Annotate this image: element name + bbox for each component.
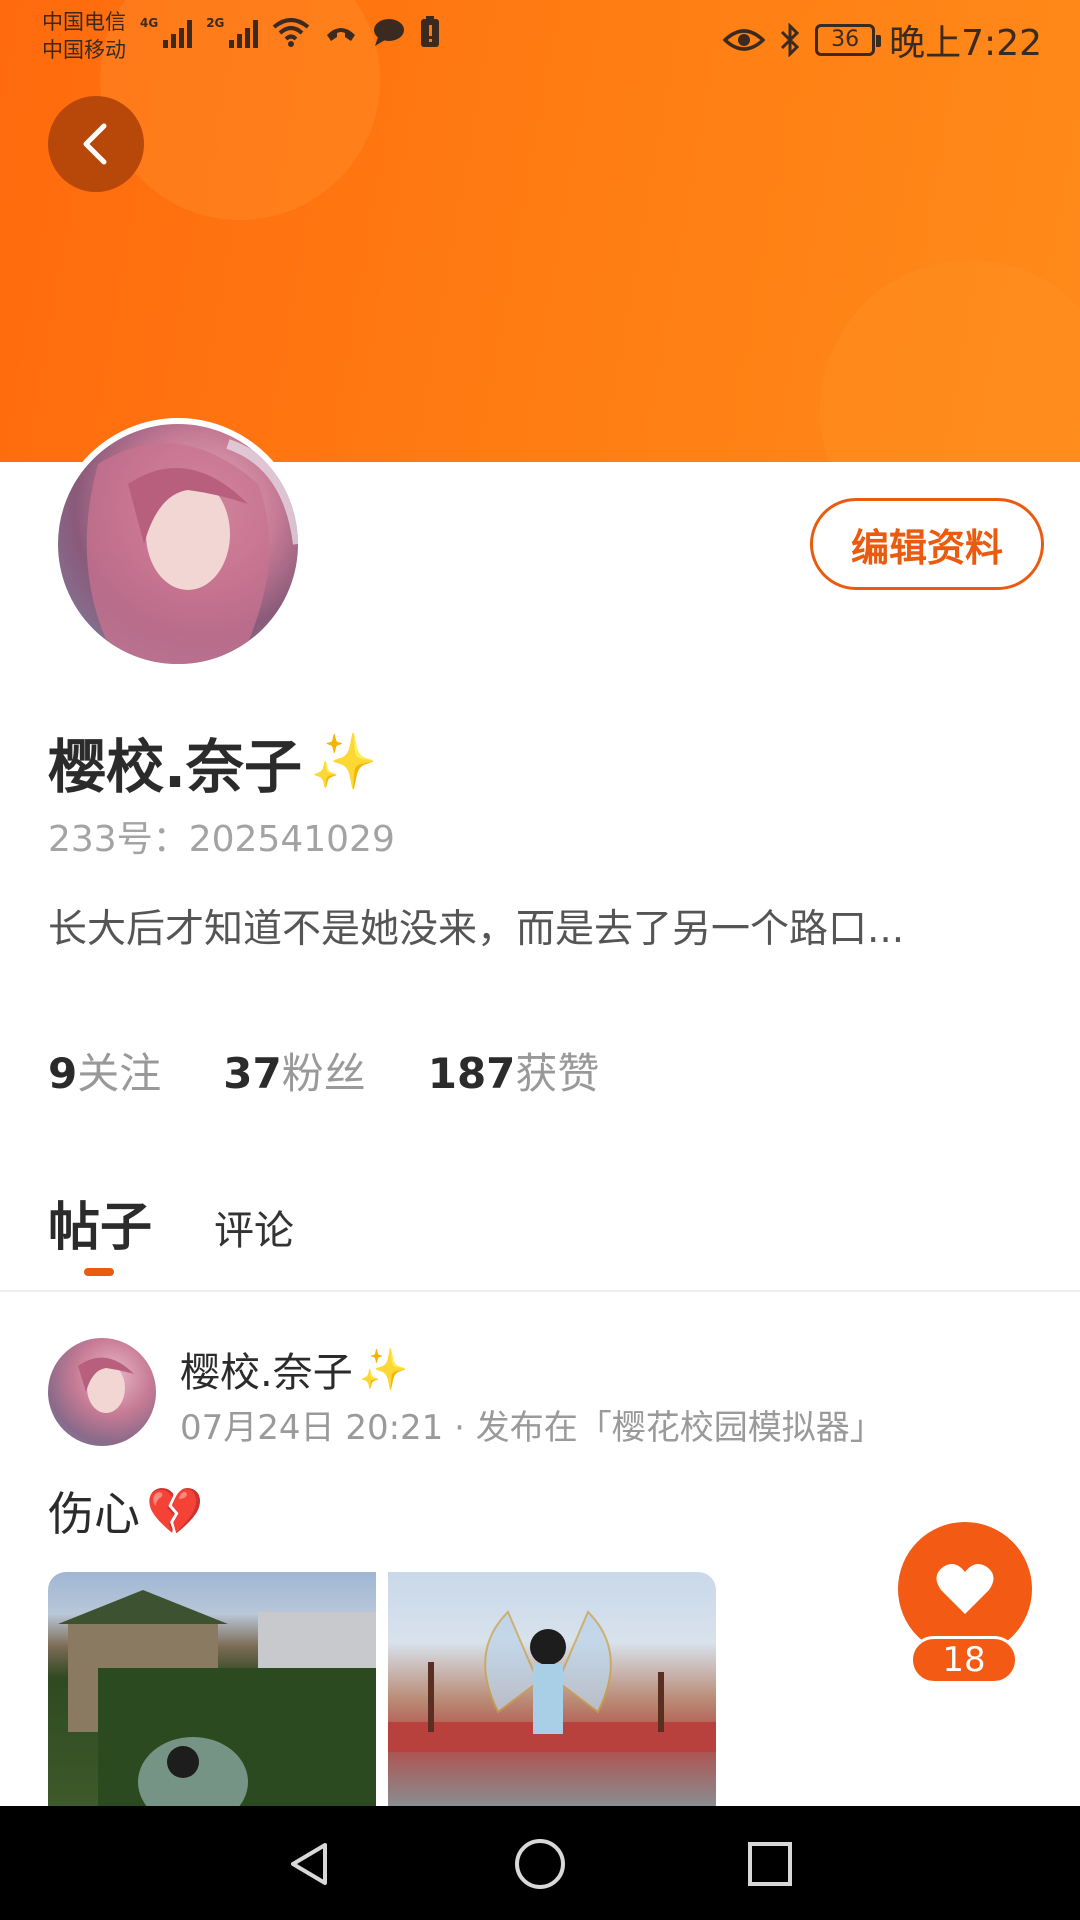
system-nav-bar: [0, 1806, 1080, 1920]
nav-home-button[interactable]: [510, 1834, 570, 1894]
post-author[interactable]: 樱校.奈子 ✨: [180, 1340, 409, 1398]
stats-row: 9关注 37粉丝 187获赞: [48, 1040, 599, 1101]
carrier-1: 中国电信: [42, 10, 126, 34]
profile-avatar[interactable]: [52, 418, 304, 670]
stat-number: 37: [223, 1049, 282, 1098]
divider: [0, 1290, 1080, 1292]
chevron-left-icon: [83, 123, 107, 165]
game-scene-image: [388, 1610, 716, 1752]
heart-icon: [936, 1563, 994, 1614]
tab-posts[interactable]: 帖子: [48, 1185, 152, 1260]
bluetooth-icon: [781, 23, 800, 57]
status-bar: 中国电信 中国移动 4G 2G 36 晚上7:22: [0, 0, 1080, 76]
square-recents-icon: [748, 1842, 792, 1886]
profile-tabs: 帖子 评论: [48, 1185, 294, 1260]
post-image[interactable]: [48, 1572, 376, 1806]
battery-level: 36: [831, 27, 860, 52]
triangle-back-icon: [291, 1843, 327, 1885]
game-scene-image: [58, 1590, 376, 1806]
bio: 长大后才知道不是她没来，而是去了另一个路口...: [48, 907, 905, 952]
carrier-info: 中国电信 中国移动: [42, 8, 126, 64]
edit-profile-button[interactable]: 编辑资料: [810, 498, 1044, 590]
username: 樱校.奈子 ✨: [48, 720, 377, 804]
eye-icon: [723, 29, 766, 51]
username-text: 樱校.奈子: [48, 733, 303, 801]
stat-following[interactable]: 9关注: [48, 1040, 161, 1101]
stat-followers[interactable]: 37粉丝: [223, 1040, 365, 1101]
user-id: 233号：202541029: [48, 819, 395, 860]
stat-number: 187: [427, 1049, 516, 1098]
network-type-label: 2G: [206, 16, 225, 30]
tab-comments[interactable]: 评论: [214, 1198, 294, 1260]
stat-label: 粉丝: [281, 1049, 366, 1098]
stat-label: 获赞: [515, 1049, 600, 1098]
status-right-icons: 36 晚上7:22: [723, 14, 1042, 66]
stat-label: 关注: [77, 1049, 162, 1098]
post-text-content: 伤心: [48, 1487, 140, 1541]
signal-icon: 4G: [140, 16, 193, 48]
message-icon: [374, 19, 405, 46]
nav-recents-button[interactable]: [740, 1834, 800, 1894]
sparkle-emoji: ✨: [358, 1346, 409, 1393]
post-author-avatar[interactable]: [48, 1338, 156, 1446]
circle-home-icon: [515, 1839, 565, 1889]
avatar-portrait: [78, 1357, 134, 1413]
post-image[interactable]: [388, 1572, 716, 1806]
banner-decoration: [820, 260, 1080, 462]
call-icon: [327, 28, 356, 41]
status-left-icons: 4G 2G: [140, 16, 440, 48]
wifi-icon: [273, 18, 310, 47]
sparkle-emoji: ✨: [310, 730, 378, 793]
tab-active-indicator: [84, 1268, 114, 1276]
like-count: 18: [910, 1636, 1018, 1684]
stat-number: 9: [48, 1049, 78, 1098]
post-author-name: 樱校.奈子: [180, 1350, 353, 1396]
carrier-2: 中国移动: [42, 38, 126, 62]
back-button[interactable]: [48, 96, 144, 192]
battery-icon: 36: [815, 24, 882, 56]
post-text[interactable]: 伤心 💔: [48, 1478, 203, 1544]
alert-icon: [421, 16, 440, 47]
stat-likes[interactable]: 187获赞: [428, 1040, 600, 1101]
network-type-label: 4G: [140, 16, 159, 30]
signal-icon: 2G: [206, 16, 259, 48]
clock: 晚上7:22: [889, 23, 1042, 64]
nav-back-button[interactable]: [280, 1834, 340, 1894]
post-meta: 07月24日 20:21 · 发布在「樱花校园模拟器」: [180, 1408, 884, 1448]
avatar-portrait: [86, 439, 298, 664]
broken-heart-emoji: 💔: [146, 1483, 204, 1538]
